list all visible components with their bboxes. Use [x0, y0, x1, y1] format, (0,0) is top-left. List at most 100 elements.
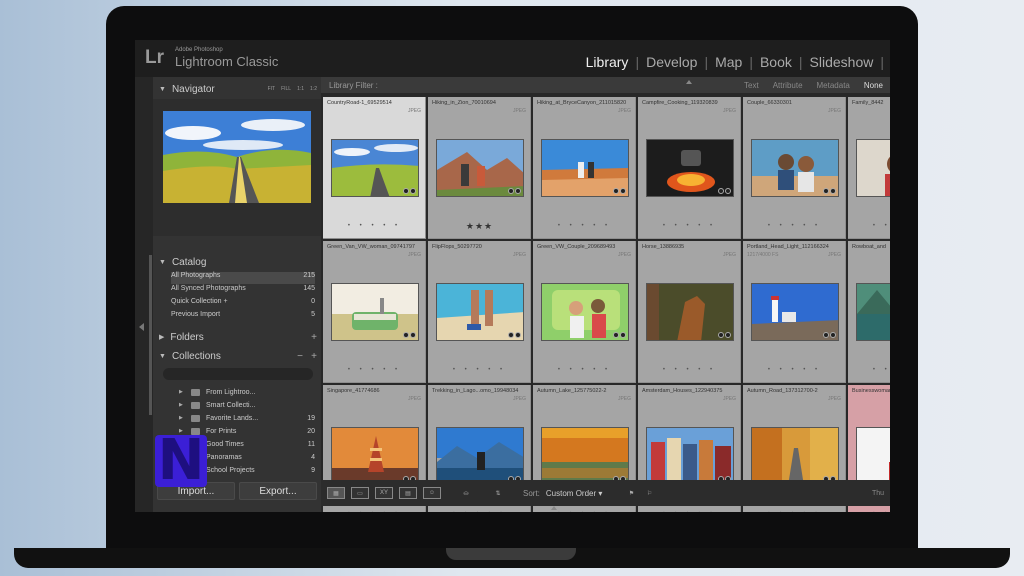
filter-text[interactable]: Text: [744, 81, 759, 90]
rating-dots[interactable]: • • • • •: [428, 511, 531, 512]
thumbnail-image[interactable]: [541, 139, 629, 197]
thumbnail-image[interactable]: [856, 427, 890, 485]
thumbnail-image[interactable]: [541, 283, 629, 341]
thumbnail-image[interactable]: [751, 283, 839, 341]
rating-dots[interactable]: • • • • •: [743, 511, 846, 512]
thumbnail-image[interactable]: [331, 427, 419, 485]
module-develop[interactable]: Develop: [639, 54, 704, 70]
rating-dots[interactable]: • • • • •: [638, 223, 741, 229]
develop-badge-icon: [515, 188, 521, 194]
rating-dots[interactable]: • • • • •: [848, 367, 890, 373]
star-rating[interactable]: ★★★: [428, 221, 531, 232]
thumbnail-image[interactable]: [646, 283, 734, 341]
filter-attribute[interactable]: Attribute: [773, 81, 803, 90]
rating-dots[interactable]: • • • • •: [323, 511, 426, 512]
module-slideshow[interactable]: Slideshow: [803, 54, 881, 70]
grid-cell[interactable]: FlipFlops_50297720 JPEG • • • • •: [428, 241, 531, 383]
catalog-item-all-photographs[interactable]: All Photographs 215: [171, 272, 315, 284]
thumbnail-image[interactable]: [331, 283, 419, 341]
grid-cell[interactable]: Family_8442 • • • • •: [848, 97, 890, 239]
navigator-header[interactable]: ▼ Navigator FIT FILL 1:1 1:2: [153, 81, 321, 97]
collection-icon: [191, 414, 200, 422]
catalog-item-all-synced[interactable]: All Synced Photographs 145: [171, 285, 315, 297]
collections-header[interactable]: ▼ Collections − +: [153, 348, 321, 364]
rating-dots[interactable]: • • • • •: [638, 511, 741, 512]
remove-collection-icon[interactable]: −: [297, 351, 303, 362]
collection-label: From Lightroo...: [206, 388, 256, 396]
grid-cell[interactable]: Rowboat_and • • • • •: [848, 241, 890, 383]
collection-item[interactable]: ▶ Smart Collecti...: [179, 399, 315, 411]
grid-cell[interactable]: CountryRoad-1_69529514 JPEG • • • • •: [323, 97, 426, 239]
catalog-item-previous-import[interactable]: Previous Import 5: [171, 311, 315, 323]
filter-none[interactable]: None: [864, 81, 883, 90]
grid-cell[interactable]: Couple_66330301 JPEG • • • • •: [743, 97, 846, 239]
rating-dots[interactable]: • • • • •: [743, 367, 846, 373]
grid-cell[interactable]: Green_VW_Couple_209689493 JPEG • • • • •: [533, 241, 636, 383]
left-panel-scrollbar[interactable]: [149, 255, 152, 415]
thumbnail-image[interactable]: [436, 427, 524, 485]
thumbnail-image[interactable]: [331, 139, 419, 197]
top-panel-caret-icon[interactable]: [686, 80, 692, 84]
add-collection-icon[interactable]: +: [311, 351, 317, 362]
reject-flag-icon[interactable]: ⚐: [640, 487, 658, 499]
thumbnail-image[interactable]: [436, 139, 524, 197]
people-view-icon[interactable]: ☺: [423, 487, 441, 499]
module-book[interactable]: Book: [753, 54, 799, 70]
rating-dots[interactable]: • • • • •: [848, 223, 890, 229]
catalog-item-quick-collection[interactable]: Quick Collection + 0: [171, 298, 315, 310]
flag-icon[interactable]: ⚑: [622, 487, 640, 499]
nav-mode-1-1[interactable]: 1:1: [297, 86, 304, 92]
thumbnail-image[interactable]: [856, 139, 890, 197]
spray-can-icon[interactable]: ⛀: [457, 487, 475, 499]
grid-cell[interactable]: Horse_13886935 JPEG • • • • •: [638, 241, 741, 383]
rating-dots[interactable]: • • • • •: [638, 367, 741, 373]
compare-view-icon[interactable]: XY: [375, 487, 393, 499]
bottom-panel-caret-icon[interactable]: [551, 506, 557, 510]
thumbnail-image[interactable]: [541, 427, 629, 485]
collection-item[interactable]: ▶ From Lightroo...: [179, 386, 315, 398]
nav-mode-1-2[interactable]: 1:2: [310, 86, 317, 92]
filter-metadata[interactable]: Metadata: [817, 81, 850, 90]
thumbnail-image[interactable]: [751, 427, 839, 485]
rating-dots[interactable]: • • • • •: [533, 367, 636, 373]
survey-view-icon[interactable]: ▤: [399, 487, 417, 499]
rating-dots[interactable]: • • • • •: [743, 223, 846, 229]
grid-cell[interactable]: Campfire_Cooking_119320839 JPEG • • • • •: [638, 97, 741, 239]
collapse-left-arrow-icon[interactable]: [139, 323, 144, 331]
rating-dots[interactable]: • • • • •: [533, 511, 636, 512]
rating-dots[interactable]: • • • • •: [533, 223, 636, 229]
nav-mode-fill[interactable]: FILL: [281, 86, 291, 92]
thumbnail-image[interactable]: [856, 283, 890, 341]
thumbnail-image[interactable]: [751, 139, 839, 197]
rating-dots[interactable]: • • • • •: [323, 223, 426, 229]
grid-view-icon[interactable]: ▦: [327, 487, 345, 499]
rating-dots[interactable]: • • • • •: [323, 367, 426, 373]
collection-item[interactable]: ▶ Favorite Lands... 19: [179, 412, 315, 424]
thumbnail-image[interactable]: [436, 283, 524, 341]
expand-triangle-icon[interactable]: ▶: [179, 415, 191, 421]
loupe-view-icon[interactable]: ▭: [351, 487, 369, 499]
rating-dots[interactable]: • • • • •: [848, 511, 890, 512]
grid-cell[interactable]: Hiking_in_Zion_70010694 JPEG ★★★: [428, 97, 531, 239]
nav-mode-fit[interactable]: FIT: [268, 86, 276, 92]
module-library[interactable]: Library: [579, 54, 636, 70]
expand-triangle-icon[interactable]: ▶: [179, 389, 191, 395]
sort-direction-icon[interactable]: ⇅: [489, 487, 507, 499]
export-button[interactable]: Export...: [239, 482, 317, 500]
thumbnail-image[interactable]: [646, 139, 734, 197]
lr-logo: Lr: [145, 47, 164, 68]
collections-search-input[interactable]: [163, 368, 313, 380]
thumbnail-grid: CountryRoad-1_69529514 JPEG • • • • • Hikin…: [323, 97, 890, 512]
expand-triangle-icon[interactable]: ▶: [179, 402, 191, 408]
add-folder-icon[interactable]: +: [311, 332, 317, 343]
module-map[interactable]: Map: [708, 54, 749, 70]
grid-cell[interactable]: Hiking_at_BryceCanyon_211015820 JPEG • • •…: [533, 97, 636, 239]
sort-select[interactable]: Custom Order: [546, 489, 602, 498]
rating-dots[interactable]: • • • • •: [428, 367, 531, 373]
grid-cell[interactable]: Green_Van_VW_woman_09741797 JPEG • • • • •: [323, 241, 426, 383]
navigator-image[interactable]: [163, 111, 311, 203]
folders-header[interactable]: ▶ Folders +: [153, 329, 321, 345]
thumbnail-image[interactable]: [646, 427, 734, 485]
grid-cell[interactable]: Portland_Head_Light_112166324 1217/4000 F…: [743, 241, 846, 383]
catalog-header[interactable]: ▼ Catalog: [153, 254, 321, 270]
